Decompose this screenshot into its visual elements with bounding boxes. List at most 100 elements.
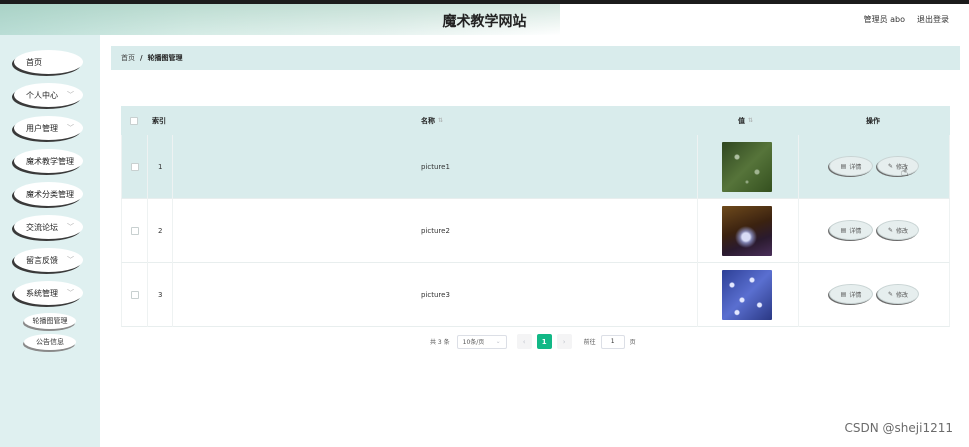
row-checkbox-cell <box>131 199 139 263</box>
sidebar-item-user-management[interactable]: 用户管理 ﹀ <box>14 116 83 140</box>
page-number-current[interactable]: 1 <box>536 334 552 349</box>
sidebar: 首页 个人中心 ﹀ 用户管理 ﹀ 魔术教学管理 ﹀ 魔术分类管理 ﹀ 交流论坛 … <box>0 35 100 447</box>
sort-icon[interactable]: ⇅ <box>438 117 443 124</box>
column-divider <box>697 135 698 199</box>
sidebar-item-label: 交流论坛 <box>26 222 58 232</box>
chevron-down-icon: ﹀ <box>67 124 74 132</box>
header: 魔术教学网站 管理员 abo 退出登录 <box>0 4 969 35</box>
detail-button-label: 详情 <box>849 163 862 171</box>
document-icon: ▤ <box>840 162 847 170</box>
sidebar-item-label: 个人中心 <box>26 90 58 100</box>
thumbnail-image <box>722 270 772 320</box>
table-row: 1 picture1 ▤ 详情 ✎ 修改 ☝ <box>121 135 950 199</box>
edit-button[interactable]: ✎ 修改 <box>877 220 919 240</box>
cell-index: 3 <box>158 291 163 299</box>
chevron-down-icon: ﹀ <box>67 157 74 165</box>
edit-button[interactable]: ✎ 修改 <box>877 156 919 176</box>
user-label: 管理员 abo <box>863 15 905 24</box>
column-divider <box>172 263 173 327</box>
sidebar-item-magic-category-management[interactable]: 魔术分类管理 ﹀ <box>14 182 83 206</box>
table-header: 索引 名称 ⇅ 值 ⇅ 操作 <box>121 106 950 135</box>
chevron-down-icon: ﹀ <box>67 190 74 198</box>
sidebar-item-label: 留言反馈 <box>26 255 58 265</box>
detail-button[interactable]: ▤ 详情 <box>829 284 873 304</box>
row-checkbox-cell <box>131 135 139 199</box>
column-header-name[interactable]: 名称 ⇅ <box>421 106 443 135</box>
data-table: 索引 名称 ⇅ 值 ⇅ 操作 1 picture1 ▤ 详情 ✎ 修改 ☝ 2 … <box>121 106 950 327</box>
sidebar-item-personal-center[interactable]: 个人中心 ﹀ <box>14 83 83 107</box>
page-size-select[interactable]: 10条/页 ⌄ <box>456 334 507 349</box>
cell-index: 1 <box>158 163 163 171</box>
column-header-action: 操作 <box>866 116 880 125</box>
detail-button-label: 详情 <box>849 227 862 235</box>
prev-page-button[interactable]: ‹ <box>516 334 532 349</box>
sidebar-item-label: 首页 <box>26 57 42 67</box>
goto-prefix: 前往 <box>583 339 596 346</box>
column-divider <box>147 263 148 327</box>
document-icon: ▤ <box>840 226 847 234</box>
breadcrumb-home[interactable]: 首页 <box>121 53 135 63</box>
pointer-cursor-icon: ☝ <box>901 165 909 179</box>
breadcrumb: 首页 / 轮播图管理 <box>111 46 960 70</box>
goto-suffix: 页 <box>629 339 636 346</box>
sidebar-item-feedback[interactable]: 留言反馈 ﹀ <box>14 248 83 272</box>
sidebar-item-home[interactable]: 首页 <box>14 50 83 74</box>
sidebar-subitem-label: 轮播图管理 <box>32 317 68 325</box>
column-header-value[interactable]: 值 ⇅ <box>738 106 753 135</box>
detail-button[interactable]: ▤ 详情 <box>829 220 873 240</box>
row-checkbox[interactable] <box>131 163 139 171</box>
edit-icon: ✎ <box>887 226 893 234</box>
cell-index: 2 <box>158 227 163 235</box>
edit-button-label: 修改 <box>896 291 909 299</box>
chevron-up-icon: ﹀ <box>67 289 74 297</box>
page-size-value: 10条/页 <box>462 339 485 346</box>
app-root: 魔术教学网站 管理员 abo 退出登录 首页 个人中心 ﹀ 用户管理 ﹀ 魔术教… <box>0 0 969 447</box>
column-divider <box>147 135 148 199</box>
breadcrumb-separator: / <box>140 54 143 62</box>
chevron-down-icon: ﹀ <box>67 91 74 99</box>
row-checkbox-cell <box>131 263 139 327</box>
chevron-down-icon: ﹀ <box>67 223 74 231</box>
cell-name: picture3 <box>421 291 450 299</box>
sidebar-item-magic-teaching-management[interactable]: 魔术教学管理 ﹀ <box>14 149 83 173</box>
sidebar-item-system-management[interactable]: 系统管理 ﹀ <box>14 281 83 305</box>
chevron-down-icon: ⌄ <box>495 338 501 345</box>
column-header-index: 索引 <box>152 116 166 125</box>
sort-icon[interactable]: ⇅ <box>748 117 753 124</box>
select-all-checkbox[interactable] <box>130 116 138 125</box>
row-checkbox[interactable] <box>131 291 139 299</box>
cell-value <box>722 263 772 327</box>
sidebar-subitem-announcements[interactable]: 公告信息 <box>24 334 76 350</box>
sidebar-subitem-carousel-management[interactable]: 轮播图管理 <box>24 313 76 329</box>
cell-value <box>722 135 772 199</box>
column-divider <box>172 199 173 263</box>
detail-button[interactable]: ▤ 详情 <box>829 156 873 176</box>
pagination-total: 共 3 条 <box>430 339 450 346</box>
column-header-value-label: 值 <box>738 116 745 125</box>
chevron-down-icon: ﹀ <box>67 256 74 264</box>
column-divider <box>697 199 698 263</box>
sidebar-item-label: 系统管理 <box>26 288 58 298</box>
goto-page-input[interactable]: 1 <box>600 334 625 349</box>
edit-icon: ✎ <box>887 162 893 170</box>
site-title: 魔术教学网站 <box>442 14 527 30</box>
thumbnail-image <box>722 206 772 256</box>
edit-button[interactable]: ✎ 修改 <box>877 284 919 304</box>
watermark: CSDN @sheji1211 <box>844 421 953 435</box>
sidebar-subitem-label: 公告信息 <box>36 338 64 346</box>
column-divider <box>172 135 173 199</box>
edit-icon: ✎ <box>887 290 893 298</box>
table-row: 2 picture2 ▤ 详情 ✎ 修改 <box>121 199 950 263</box>
column-divider <box>147 199 148 263</box>
column-divider <box>798 199 799 263</box>
column-divider <box>697 263 698 327</box>
sidebar-item-forum[interactable]: 交流论坛 ﹀ <box>14 215 83 239</box>
column-divider <box>798 263 799 327</box>
breadcrumb-current: 轮播图管理 <box>147 54 183 62</box>
next-page-button[interactable]: › <box>556 334 572 349</box>
table-row: 3 picture3 ▤ 详情 ✎ 修改 <box>121 263 950 327</box>
column-header-name-label: 名称 <box>421 116 435 125</box>
row-checkbox[interactable] <box>131 227 139 235</box>
sidebar-item-label: 用户管理 <box>26 123 58 133</box>
logout-link[interactable]: 退出登录 <box>917 14 949 25</box>
